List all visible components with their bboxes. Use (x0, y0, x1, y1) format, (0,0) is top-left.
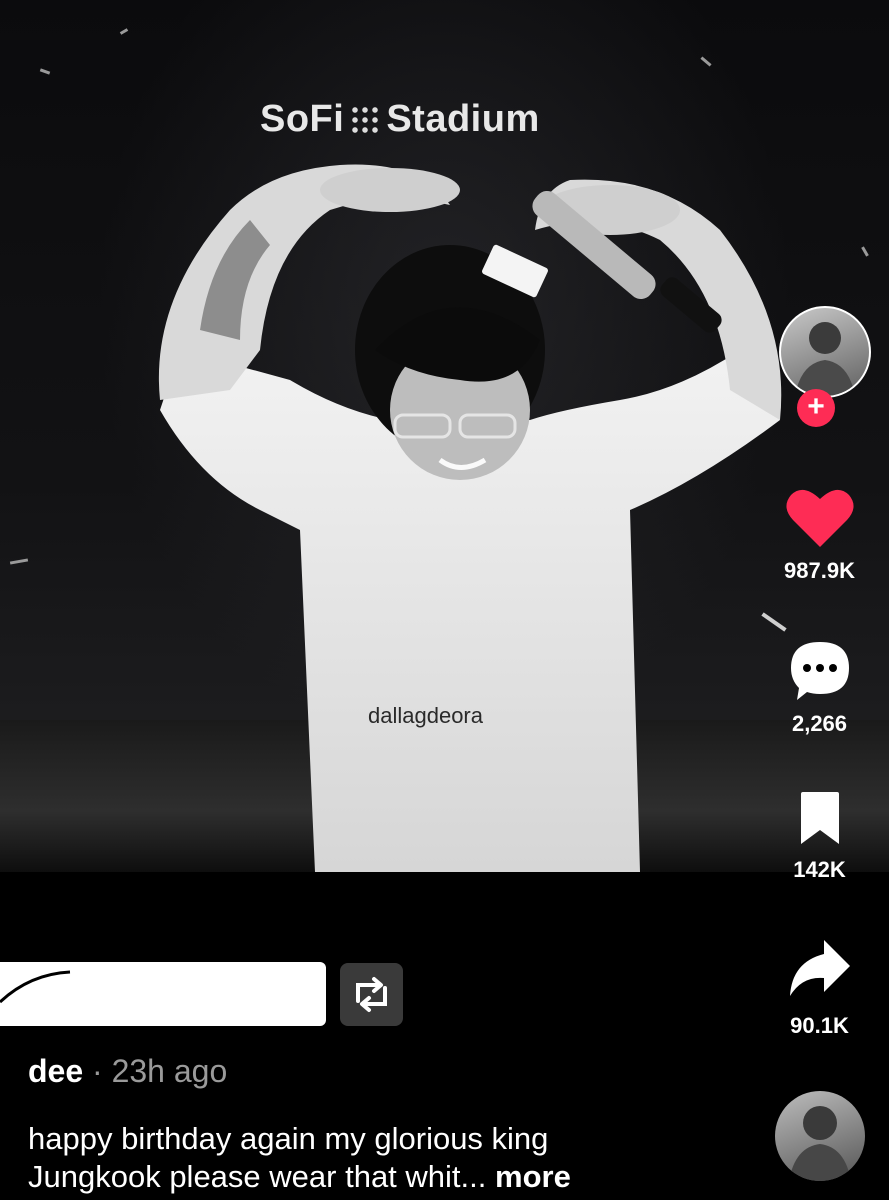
repost-icon (356, 977, 387, 1012)
caption-line-2: Jungkook please wear that whit... (28, 1159, 487, 1194)
like-action[interactable]: 987.9K (765, 485, 874, 584)
caption-line-1: happy birthday again my glorious king (28, 1121, 549, 1156)
avatar[interactable] (779, 306, 871, 398)
venue-sign-left: SoFi (260, 98, 345, 140)
comment-action[interactable]: 2,266 (765, 638, 874, 737)
bookmark-count: 142K (793, 857, 846, 882)
performer (158, 164, 782, 872)
music-disc-photo (789, 1106, 851, 1181)
more-link[interactable]: more (495, 1159, 571, 1194)
redacted-overlay (0, 962, 326, 1026)
plus-icon: + (807, 390, 825, 423)
confetti (9, 558, 29, 565)
music-disc[interactable] (775, 1091, 865, 1181)
video-player[interactable]: SoFi Stadium dallagdeora (0, 0, 889, 872)
comment-count: 2,266 (791, 711, 848, 736)
author-name[interactable]: dee (28, 1053, 83, 1089)
confetti (700, 56, 712, 67)
share-action[interactable]: 90.1K (765, 938, 874, 1039)
follow-button[interactable]: + (797, 389, 835, 427)
venue-sign: SoFi Stadium (260, 98, 540, 141)
post-time: 23h ago (111, 1053, 228, 1089)
repost-button[interactable] (340, 963, 403, 1026)
comment-icon[interactable] (787, 638, 853, 704)
bookmark-icon[interactable] (795, 790, 845, 846)
venue-sign-right: Stadium (386, 98, 540, 140)
share-icon[interactable] (788, 938, 852, 1000)
creator-watermark: dallagdeora (368, 703, 483, 728)
avatar-photo (795, 322, 855, 396)
logo-dots-icon (350, 105, 381, 135)
creator-avatar[interactable] (779, 306, 871, 398)
share-count: 90.1K (790, 1013, 849, 1038)
caption[interactable]: happy birthday again my glorious king Ju… (28, 1120, 728, 1196)
redaction-shape (0, 970, 71, 1004)
author-line: dee · 23h ago (28, 1053, 227, 1090)
confetti (39, 68, 51, 75)
like-count: 987.9K (784, 558, 855, 583)
confetti (119, 28, 129, 35)
heart-icon[interactable] (785, 485, 855, 549)
confetti (861, 246, 869, 257)
separator: · (92, 1053, 103, 1089)
bookmark-action[interactable]: 142K (765, 790, 874, 883)
